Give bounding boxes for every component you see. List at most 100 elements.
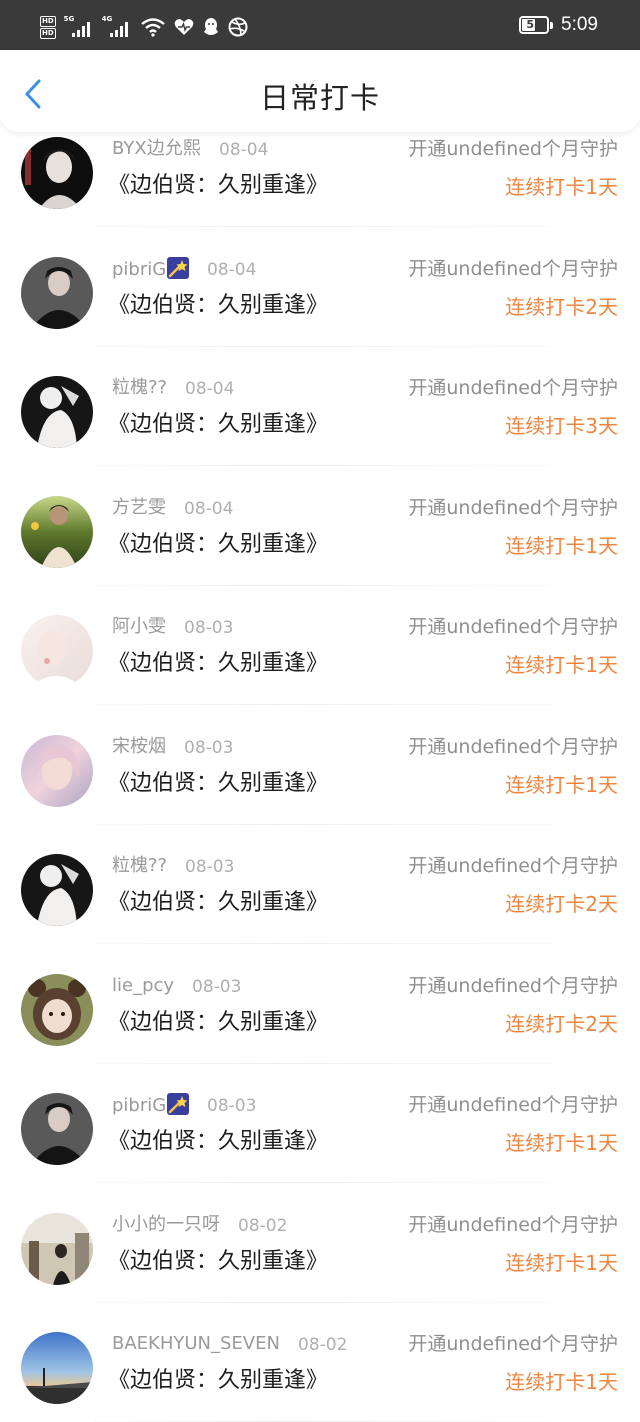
post-date: 08-04 (184, 498, 234, 519)
user-name-text: 粒槐?? (112, 855, 168, 876)
checkin-row[interactable]: 阿小雯 08-03 开通undefined个月守护 《边伯贤：久别重逢》 连续打卡1天 (0, 610, 640, 730)
shooting-star-icon (167, 1093, 190, 1115)
guard-status: 开通undefined个月守护 (408, 377, 618, 399)
user-name[interactable]: 粒槐?? (112, 854, 167, 878)
avatar-dark-portrait (21, 137, 93, 209)
avatar[interactable] (21, 854, 93, 926)
book-title[interactable]: 《边伯贤：久别重逢》 (108, 1247, 328, 1277)
avatar[interactable] (21, 973, 93, 1046)
post-date: 08-03 (192, 976, 242, 997)
user-name[interactable]: 方艺雯 (112, 496, 166, 520)
avatar-outdoor-sunflower (21, 495, 93, 568)
checkin-row[interactable]: 粒槐?? 08-03 开通undefined个月守护 《边伯贤：久别重逢》 连续打卡2天 (0, 849, 640, 969)
checkin-row[interactable]: BYX边允熙 08-04 开通undefined个月守护 《边伯贤：久别重逢》 连续打卡… (0, 132, 640, 252)
checkin-row[interactable]: pibriG 08-03 开通undefined个月守护 《边伯贤：久别重逢》 连续打卡… (0, 1088, 640, 1208)
avatar[interactable] (21, 256, 93, 329)
streak-count: 连续打卡2天 (505, 892, 618, 916)
user-name[interactable]: 阿小雯 (112, 615, 166, 639)
checkin-row[interactable]: 宋桉烟 08-03 开通undefined个月守护《边伯贤：久别重逢》 连续打卡1天 (0, 730, 640, 850)
guard-status: 开通undefined个月守护 (408, 257, 618, 280)
avatar[interactable] (21, 376, 93, 448)
avatar[interactable] (21, 137, 93, 209)
user-name[interactable]: BAEKHYUN_SEVEN (112, 1332, 280, 1356)
user-name[interactable]: lie_pcy (112, 974, 174, 998)
book-title[interactable]: 《边伯贤：久别重逢》 (108, 410, 328, 440)
book-title[interactable]: 《边伯贤：久别重逢》 (108, 888, 328, 918)
avatar[interactable] (21, 495, 93, 568)
checkin-row[interactable]: pibriG 08-04 开通undefined个月守护 《边伯贤：久别重逢》 连续打卡… (0, 252, 640, 372)
guard-status: 开通undefined个月守护 (408, 138, 618, 160)
status-clock: 5:09 (561, 14, 598, 35)
checkin-row[interactable]: 小小的一只呀 08-02 开通undefined个月守护 《边伯贤：久别重逢》 连续打卡… (0, 1208, 640, 1328)
avatar[interactable] (21, 1212, 93, 1285)
title-bar: 日常打卡 (0, 50, 640, 132)
book-title[interactable]: 《边伯贤：久别重逢》 (108, 1366, 328, 1396)
user-name[interactable]: pibriG (112, 1093, 190, 1118)
checkin-row[interactable]: 方艺雯 08-04 开通undefined个月守护《边伯贤：久别重逢》 连续打卡1天 (0, 491, 640, 611)
avatar[interactable] (21, 734, 93, 807)
user-name-text: BAEKHYUN_SEVEN (112, 1333, 280, 1354)
book-title[interactable]: 《边伯贤：久别重逢》 (108, 649, 328, 679)
user-name-text: 阿小雯 (112, 616, 166, 637)
book-title[interactable]: 《边伯贤：久别重逢》 (108, 530, 328, 560)
avatar[interactable] (21, 1093, 93, 1165)
post-date: 08-03 (184, 737, 234, 758)
book-title[interactable]: 《边伯贤：久别重逢》 (108, 769, 328, 799)
post-date: 08-04 (185, 379, 235, 399)
hd-badges: HD HD (40, 15, 56, 39)
streak-count: 连续打卡1天 (505, 533, 618, 558)
signal-5g: 5G (64, 15, 94, 39)
status-bar: HD HD 5G 4G 53 5:09 (0, 0, 640, 50)
post-date: 08-04 (219, 140, 269, 160)
streak-count: 连续打卡1天 (505, 772, 618, 797)
streak-count: 连续打卡1天 (505, 1131, 618, 1155)
avatar-pale-white (21, 615, 93, 687)
battery-cap (550, 21, 554, 29)
streak-count: 连续打卡2天 (505, 294, 618, 319)
guard-status: 开通undefined个月守护 (408, 1333, 618, 1355)
guard-status: 开通undefined个月守护 (408, 496, 618, 519)
book-title[interactable]: 《边伯贤：久别重逢》 (108, 291, 328, 321)
user-name-text: pibriG (112, 1095, 167, 1116)
signal-icon (71, 22, 90, 37)
checkin-list[interactable]: BYX边允熙 08-04 开通undefined个月守护 《边伯贤：久别重逢》 连续打卡… (0, 132, 640, 1422)
streak-count: 连续打卡3天 (505, 414, 618, 438)
guard-status: 开通undefined个月守护 (408, 974, 618, 997)
guard-status: 开通undefined个月守护 (408, 1094, 618, 1116)
checkin-row[interactable]: 粒槐?? 08-04 开通undefined个月守护《边伯贤：久别重逢》 连续打卡3天 (0, 371, 640, 491)
wifi-icon (140, 17, 166, 37)
battery-icon: 53 (519, 16, 550, 34)
streak-count: 连续打卡1天 (505, 1370, 618, 1394)
row-divider (94, 704, 550, 705)
book-title[interactable]: 《边伯贤：久别重逢》 (108, 1127, 328, 1157)
row-divider (94, 345, 550, 347)
post-date: 08-02 (298, 1335, 348, 1355)
row-divider (94, 1182, 550, 1183)
row-divider (94, 943, 550, 944)
user-name[interactable]: 小小的一只呀 (112, 1213, 220, 1237)
user-name[interactable]: 宋桉烟 (112, 735, 166, 759)
avatar-street-scene (21, 1212, 93, 1285)
user-name[interactable]: pibriG (112, 256, 190, 282)
row-divider (94, 584, 550, 586)
guard-status: 开通undefined个月守护 (408, 735, 618, 758)
user-name[interactable]: BYX边允熙 (112, 137, 201, 161)
guard-status: 开通undefined个月守护 (408, 855, 618, 877)
checkin-row[interactable]: BAEKHYUN_SEVEN 08-02 开通undefined个月守护《边伯贤：久… (0, 1327, 640, 1422)
checkin-row[interactable]: lie_pcy 08-03 开通undefined个月守护《边伯贤：久别重逢》 连续打… (0, 969, 640, 1089)
hd-badge: HD (40, 27, 56, 39)
avatar[interactable] (21, 1332, 93, 1404)
signal-icon (109, 22, 128, 37)
book-title[interactable]: 《边伯贤：久别重逢》 (108, 171, 328, 201)
avatar[interactable] (21, 615, 93, 687)
book-title[interactable]: 《边伯贤：久别重逢》 (108, 1008, 328, 1038)
row-divider (94, 823, 550, 825)
avatar-white-lace (21, 854, 93, 926)
avatar-pink-hair (21, 734, 93, 807)
post-date: 08-02 (238, 1215, 288, 1236)
avatar-bear-hood (21, 973, 93, 1046)
user-name[interactable]: 粒槐?? (112, 376, 167, 400)
streak-count: 连续打卡2天 (505, 1011, 618, 1036)
user-name-text: 方艺雯 (112, 496, 166, 518)
status-bar-right: 53 5:09 (519, 12, 598, 38)
